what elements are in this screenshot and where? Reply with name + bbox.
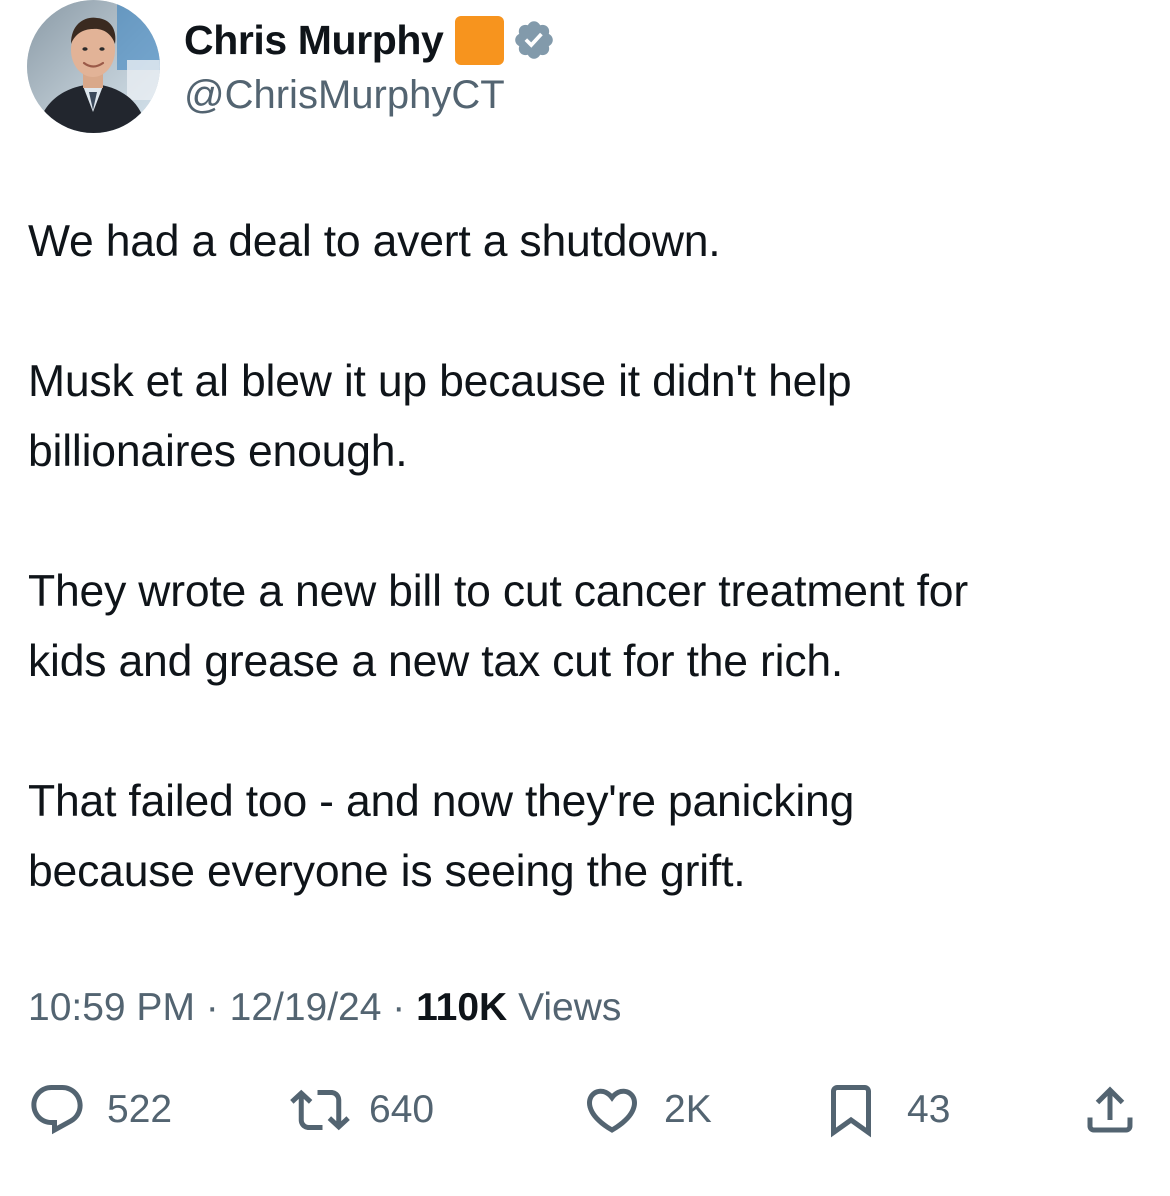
orange-square-emoji-icon [455, 15, 505, 65]
bookmark-count: 43 [907, 1088, 951, 1131]
tweet-actions-bar: 522 640 2K 43 [27, 1080, 1147, 1140]
tweet-date[interactable]: 12/19/24 [230, 986, 382, 1029]
share-icon [1087, 1086, 1133, 1133]
heart-icon [586, 1088, 638, 1133]
meta-separator: · [392, 986, 406, 1029]
author-handle[interactable]: @ChrisMurphyCT [184, 70, 505, 120]
retweet-button[interactable]: 640 [285, 1080, 434, 1140]
tweet-text: We had a deal to avert a shutdown. Musk … [28, 207, 1148, 907]
tweet-time[interactable]: 10:59 PM [28, 986, 195, 1029]
retweet-icon [290, 1089, 350, 1131]
share-button[interactable] [1080, 1080, 1140, 1140]
reply-icon [31, 1085, 83, 1135]
reply-count: 522 [107, 1088, 173, 1131]
meta-separator: · [205, 986, 219, 1029]
avatar[interactable] [27, 0, 160, 133]
tweet-header: Chris Murphy @ChrisMurphyCT [27, 0, 1127, 134]
bookmark-icon [831, 1085, 871, 1138]
tweet-meta: 10:59 PM · 12/19/24 · 110K Views [28, 980, 621, 1036]
reply-button[interactable]: 522 [27, 1080, 172, 1140]
verified-badge-icon[interactable] [512, 18, 556, 62]
retweet-count: 640 [369, 1088, 435, 1131]
profile-photo [27, 0, 160, 133]
tweet-paragraph: Musk et al blew it up because it didn't … [28, 357, 852, 476]
tweet-paragraph: That failed too - and now they're panick… [28, 777, 855, 896]
like-count: 2K [664, 1088, 712, 1131]
views-label: Views [518, 986, 622, 1029]
author-display-name[interactable]: Chris Murphy [184, 12, 444, 68]
like-button[interactable]: 2K [580, 1080, 712, 1140]
author-name-row: Chris Murphy [184, 12, 556, 68]
bookmark-button[interactable]: 43 [821, 1080, 950, 1140]
tweet-paragraph: They wrote a new bill to cut cancer trea… [28, 567, 968, 686]
views-count: 110K [416, 986, 508, 1029]
tweet-paragraph: We had a deal to avert a shutdown. [28, 217, 721, 266]
